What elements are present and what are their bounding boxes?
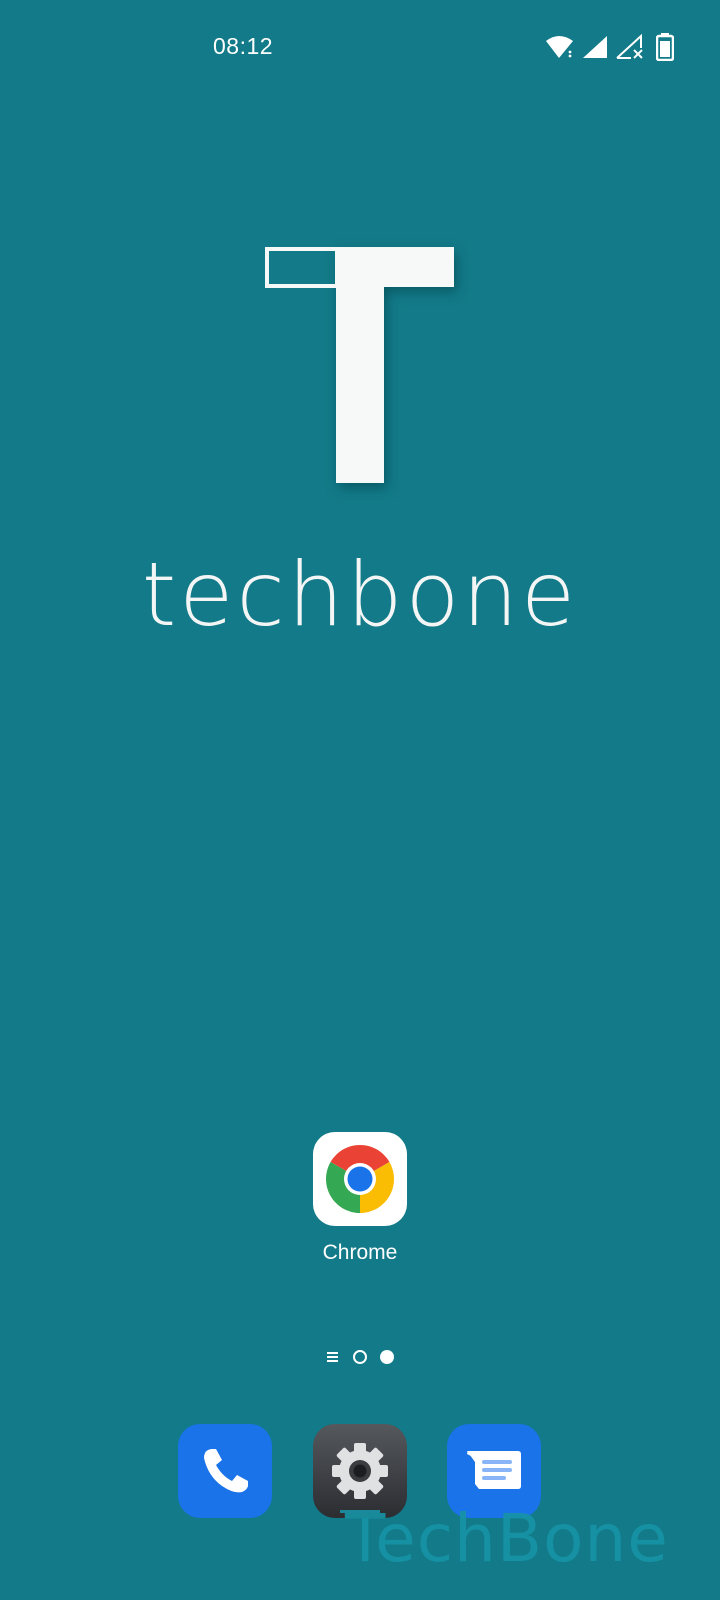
watermark: TechBone [345, 1500, 669, 1577]
page-dot-2-active[interactable] [380, 1350, 394, 1364]
page-dot-1[interactable] [353, 1350, 367, 1364]
chrome-app-tile[interactable] [313, 1132, 407, 1226]
feed-menu-icon[interactable] [327, 1352, 338, 1363]
wallpaper-brand-text: techbone [141, 543, 579, 646]
techbone-logo [265, 247, 454, 483]
wallpaper: techbone [0, 0, 720, 1000]
page-indicator[interactable] [320, 1347, 400, 1367]
chrome-app-label: Chrome [322, 1241, 398, 1264]
phone-icon [204, 1449, 248, 1493]
app-chrome[interactable]: Chrome [300, 1132, 420, 1272]
chrome-icon [326, 1145, 394, 1213]
dock-phone-app[interactable] [178, 1424, 272, 1518]
